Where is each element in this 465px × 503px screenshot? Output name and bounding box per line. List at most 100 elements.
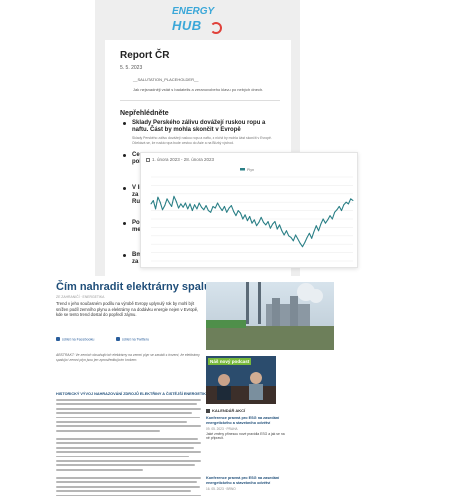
data-point[interactable] xyxy=(207,210,209,212)
energy-hub-logo[interactable]: ENERGY HUB xyxy=(170,6,230,40)
data-point[interactable] xyxy=(345,201,347,203)
data-point[interactable] xyxy=(191,210,193,212)
data-point[interactable] xyxy=(171,205,173,207)
data-point[interactable] xyxy=(164,205,166,207)
data-point[interactable] xyxy=(315,225,317,227)
data-point[interactable] xyxy=(329,215,331,217)
data-point[interactable] xyxy=(308,232,310,234)
data-point[interactable] xyxy=(331,218,333,220)
data-point[interactable] xyxy=(221,210,223,212)
data-point[interactable] xyxy=(322,218,324,220)
data-point[interactable] xyxy=(189,203,191,205)
data-point[interactable] xyxy=(295,234,297,236)
data-point[interactable] xyxy=(242,218,244,220)
data-point[interactable] xyxy=(306,237,308,238)
data-point[interactable] xyxy=(201,206,202,208)
data-point[interactable] xyxy=(166,198,168,200)
data-point[interactable] xyxy=(265,224,267,226)
data-point[interactable] xyxy=(341,210,342,212)
data-point[interactable] xyxy=(343,204,345,206)
data-point[interactable] xyxy=(281,230,283,232)
data-point[interactable] xyxy=(244,214,246,216)
data-point[interactable] xyxy=(205,205,207,207)
data-point[interactable] xyxy=(224,205,225,207)
data-point[interactable] xyxy=(226,211,228,213)
data-point[interactable] xyxy=(182,206,184,208)
data-point[interactable] xyxy=(157,196,159,198)
data-point[interactable] xyxy=(283,234,285,236)
data-point[interactable] xyxy=(292,240,294,242)
data-point[interactable] xyxy=(175,200,177,202)
podcast-promo[interactable]: Náš nový podcast xyxy=(206,356,276,404)
data-point[interactable] xyxy=(269,227,271,229)
data-point[interactable] xyxy=(311,237,313,239)
data-point[interactable] xyxy=(327,219,329,221)
data-point[interactable] xyxy=(313,231,315,233)
data-point[interactable] xyxy=(302,246,303,248)
data-point[interactable] xyxy=(168,202,170,204)
data-point[interactable] xyxy=(267,221,269,222)
data-point[interactable] xyxy=(214,207,216,209)
calendar-event[interactable]: Konference pravná pro ESG na zasedání en… xyxy=(206,476,286,491)
series-line-plyn[interactable] xyxy=(150,195,354,248)
data-point[interactable] xyxy=(212,205,214,207)
data-point[interactable] xyxy=(162,209,163,211)
share-twitter-link[interactable]: sdílet na Twitteru xyxy=(116,337,149,341)
data-point[interactable] xyxy=(159,201,161,203)
calendar-event[interactable]: Konference pravná pro ESG na zasedání en… xyxy=(206,416,286,441)
data-point[interactable] xyxy=(256,225,258,227)
data-point[interactable] xyxy=(350,198,352,200)
data-point[interactable] xyxy=(210,211,212,213)
event-title[interactable]: Konference pravná pro ESG na zasedání en… xyxy=(206,476,286,486)
data-point[interactable] xyxy=(178,207,179,209)
data-point[interactable] xyxy=(249,216,251,217)
data-point[interactable] xyxy=(152,200,154,201)
data-point[interactable] xyxy=(219,206,221,208)
data-point[interactable] xyxy=(274,221,276,222)
data-point[interactable] xyxy=(279,224,280,226)
data-point[interactable] xyxy=(325,222,326,224)
data-point[interactable] xyxy=(217,202,219,204)
data-point[interactable] xyxy=(263,221,264,223)
data-point[interactable] xyxy=(251,222,253,224)
data-point[interactable] xyxy=(184,202,186,204)
data-point[interactable] xyxy=(173,195,175,197)
data-point[interactable] xyxy=(352,200,354,201)
data-point[interactable] xyxy=(155,208,157,210)
data-point[interactable] xyxy=(285,230,287,232)
data-point[interactable] xyxy=(233,210,235,212)
data-point[interactable] xyxy=(180,203,182,205)
data-point[interactable] xyxy=(228,207,230,209)
data-point[interactable] xyxy=(334,211,336,213)
data-point[interactable] xyxy=(240,212,241,214)
data-point[interactable] xyxy=(276,228,278,230)
share-facebook-link[interactable]: sdílet na Facebooku xyxy=(56,337,94,341)
data-point[interactable] xyxy=(338,205,340,207)
date-range-picker[interactable]: 1. února 2023 - 28. února 2023 xyxy=(146,157,214,162)
data-point[interactable] xyxy=(297,238,299,240)
data-point[interactable] xyxy=(235,215,237,217)
data-point[interactable] xyxy=(187,208,189,210)
data-point[interactable] xyxy=(304,242,306,243)
data-point[interactable] xyxy=(272,223,274,225)
data-point[interactable] xyxy=(196,208,198,210)
data-point[interactable] xyxy=(246,220,248,222)
data-point[interactable] xyxy=(253,219,255,221)
data-point[interactable] xyxy=(320,223,322,225)
data-point[interactable] xyxy=(290,237,292,238)
data-point[interactable] xyxy=(150,203,152,205)
data-point[interactable] xyxy=(230,205,232,207)
data-point[interactable] xyxy=(203,209,205,211)
data-point[interactable] xyxy=(318,230,320,232)
news-item-title[interactable]: Sklady Perského zálivu dovážejí ruskou r… xyxy=(132,120,282,134)
data-point[interactable] xyxy=(258,221,260,223)
data-point[interactable] xyxy=(260,216,262,218)
data-point[interactable] xyxy=(288,235,290,237)
line-chart[interactable]: Plyn xyxy=(141,165,359,269)
data-point[interactable] xyxy=(194,204,196,206)
data-point[interactable] xyxy=(237,210,239,212)
event-title[interactable]: Konference pravná pro ESG na zasedání en… xyxy=(206,416,286,426)
data-point[interactable] xyxy=(336,209,338,211)
data-point[interactable] xyxy=(198,202,200,204)
data-point[interactable] xyxy=(299,242,301,244)
